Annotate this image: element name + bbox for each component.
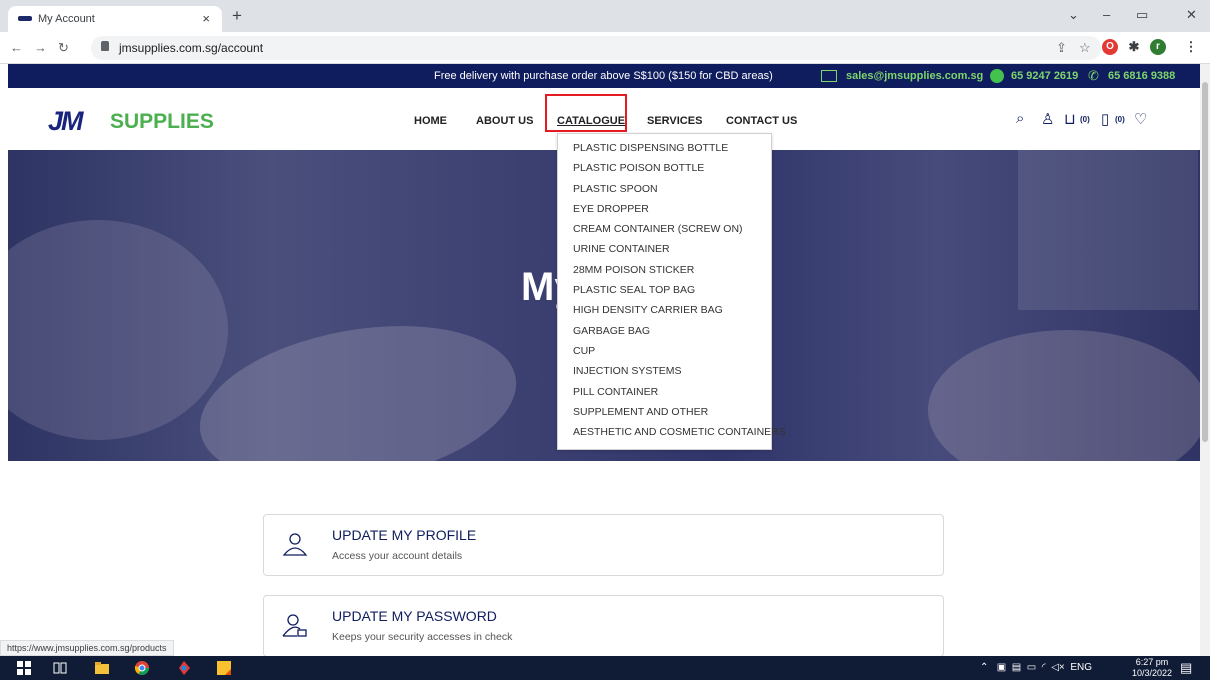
maximize-icon[interactable]: ▭ [1136, 7, 1148, 23]
tray-app-icon[interactable]: ▣ [997, 662, 1006, 673]
catalogue-menu-item[interactable]: SUPPLEMENT AND OTHER [558, 402, 771, 422]
wishlist-heart-icon[interactable]: ♡ [1134, 110, 1147, 128]
browser-menu-icon[interactable]: ⋮ [1183, 39, 1199, 55]
user-lock-icon [282, 614, 307, 637]
file-explorer-icon[interactable] [94, 660, 110, 676]
whatsapp-number-link[interactable]: 65 9247 2619 [1011, 70, 1078, 82]
catalogue-menu-item[interactable]: CREAM CONTAINER (SCREW ON) [558, 219, 771, 239]
nav-services[interactable]: SERVICES [647, 115, 702, 127]
back-icon[interactable]: ← [10, 40, 23, 55]
taskbar-clock[interactable]: 6:27 pm 10/3/2022 [1132, 657, 1172, 679]
card-subtitle: Keeps your security accesses in check [332, 631, 513, 643]
system-tray: ⌃ ▣ ▤ ▭ ◜ ◁× ENG [980, 662, 1092, 673]
logo-jm-mark: JM [48, 106, 83, 136]
catalogue-menu-item[interactable]: HIGH DENSITY CARRIER BAG [558, 300, 771, 320]
opera-extension-icon[interactable]: O [1102, 39, 1118, 55]
clock-date: 10/3/2022 [1132, 668, 1173, 678]
browser-tab-strip: My Account × + ⌄ – ▭ ✕ [0, 0, 1210, 32]
whatsapp-icon [990, 69, 1004, 83]
logo-supplies-text: SUPPLIES [110, 110, 214, 133]
cart-icon[interactable]: ⊔ [1064, 110, 1076, 128]
windows-start-icon[interactable] [16, 660, 32, 676]
address-bar[interactable]: jmsupplies.com.sg/account [91, 36, 1101, 60]
tray-chevron-icon[interactable]: ⌃ [980, 662, 988, 673]
task-view-icon[interactable] [52, 660, 68, 676]
page-scrollbar[interactable] [1200, 64, 1210, 656]
user-profile-icon [282, 533, 308, 556]
tab-close-icon[interactable]: × [202, 11, 210, 26]
catalogue-menu-item[interactable]: PLASTIC POISON BOTTLE [558, 158, 771, 178]
site-topbar: Free delivery with purchase order above … [8, 64, 1200, 88]
chrome-icon[interactable] [134, 660, 150, 676]
email-link[interactable]: sales@jmsupplies.com.sg [846, 70, 983, 82]
hero-image-highlight [8, 220, 228, 440]
nav-about-us[interactable]: ABOUT US [476, 115, 533, 127]
update-password-card[interactable]: UPDATE MY PASSWORD Keeps your security a… [263, 595, 944, 657]
extensions-puzzle-icon[interactable]: ✱ [1126, 39, 1142, 55]
mail-icon [821, 70, 837, 82]
catalogue-menu-item[interactable]: PLASTIC DISPENSING BOTTLE [558, 138, 771, 158]
lock-icon [101, 41, 109, 51]
catalogue-menu-item[interactable]: GARBAGE BAG [558, 321, 771, 341]
status-bar-url: https://www.jmsupplies.com.sg/products [0, 640, 174, 656]
app-icon[interactable] [176, 660, 192, 676]
catalogue-menu-item[interactable]: PLASTIC SEAL TOP BAG [558, 280, 771, 300]
reload-icon[interactable]: ↻ [58, 40, 69, 56]
nav-home[interactable]: HOME [414, 115, 447, 127]
battery-icon[interactable]: ▭ [1027, 662, 1036, 673]
forward-icon[interactable]: → [34, 40, 47, 55]
minimize-icon[interactable]: – [1103, 7, 1110, 22]
notifications-icon[interactable]: ▤ [1180, 660, 1192, 676]
catalogue-menu-item[interactable]: PLASTIC SPOON [558, 179, 771, 199]
site-favicon-icon [18, 16, 32, 21]
search-icon[interactable]: ⌕ [1016, 110, 1024, 127]
hero-image-highlight [187, 303, 529, 461]
share-icon[interactable]: ⇪ [1056, 40, 1067, 56]
quote-document-icon[interactable]: ▯ [1101, 110, 1109, 128]
site-logo[interactable]: JM SUPPLIES [48, 106, 214, 136]
account-icon[interactable]: ♙ [1041, 110, 1054, 128]
profile-avatar-icon[interactable]: r [1150, 39, 1166, 55]
scrollbar-thumb[interactable] [1202, 82, 1208, 442]
phone-number-link[interactable]: 65 6816 9388 [1108, 70, 1175, 82]
catalogue-menu-item[interactable]: AESTHETIC AND COSMETIC CONTAINERS [558, 422, 786, 442]
browser-toolbar: ← → ↻ jmsupplies.com.sg/account ⇪ ☆ [0, 32, 1210, 64]
new-tab-button[interactable]: + [232, 6, 242, 26]
cart-count: (0) [1080, 115, 1090, 124]
windows-taskbar: ⌃ ▣ ▤ ▭ ◜ ◁× ENG 6:27 pm 10/3/2022 ▤ [0, 656, 1210, 680]
update-profile-card[interactable]: UPDATE MY PROFILE Access your account de… [263, 514, 944, 576]
catalogue-menu-item[interactable]: 28MM POISON STICKER [558, 260, 771, 280]
hero-image-highlight [928, 330, 1200, 461]
nav-catalogue[interactable]: CATALOGUE [557, 115, 625, 127]
catalogue-menu-item[interactable]: INJECTION SYSTEMS [558, 361, 771, 381]
address-url: jmsupplies.com.sg/account [119, 41, 264, 55]
window-close-icon[interactable]: ✕ [1186, 7, 1197, 23]
sticky-notes-icon[interactable] [216, 660, 232, 676]
phone-icon: ✆ [1088, 68, 1099, 83]
browser-tab[interactable]: My Account × [8, 6, 222, 32]
catalogue-menu-item[interactable]: EYE DROPPER [558, 199, 771, 219]
hero-image-highlight [1018, 150, 1198, 310]
catalogue-dropdown-menu: PLASTIC DISPENSING BOTTLE PLASTIC POISON … [557, 133, 786, 450]
quote-count: (0) [1115, 115, 1125, 124]
clock-time: 6:27 pm [1135, 657, 1169, 667]
tray-app-icon[interactable]: ▤ [1012, 662, 1021, 673]
catalogue-menu-item[interactable]: PILL CONTAINER [558, 382, 771, 402]
bookmark-star-icon[interactable]: ☆ [1079, 40, 1091, 56]
free-delivery-promo: Free delivery with purchase order above … [434, 70, 773, 82]
volume-icon[interactable]: ◁× [1051, 662, 1065, 673]
tab-title: My Account [38, 13, 95, 25]
card-title: UPDATE MY PASSWORD [332, 608, 497, 624]
wifi-icon[interactable]: ◜ [1042, 662, 1046, 673]
nav-contact-us[interactable]: CONTACT US [726, 115, 797, 127]
card-subtitle: Access your account details [332, 550, 463, 562]
card-title: UPDATE MY PROFILE [332, 527, 477, 543]
tab-search-chevron-icon[interactable]: ⌄ [1068, 7, 1079, 23]
catalogue-menu-item[interactable]: URINE CONTAINER [558, 239, 771, 259]
language-indicator[interactable]: ENG [1070, 662, 1092, 673]
catalogue-menu-item[interactable]: CUP [558, 341, 771, 361]
